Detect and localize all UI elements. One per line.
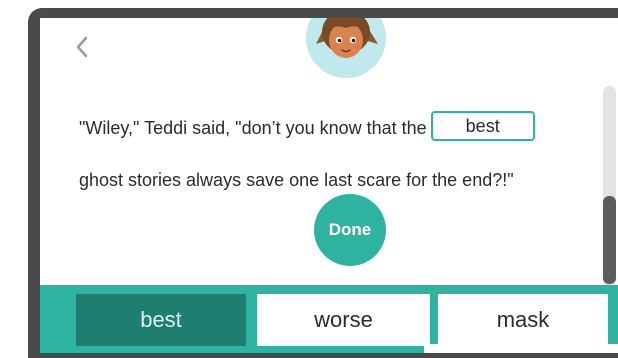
sentence-part-2: ghost stories always save one last scare…: [79, 170, 514, 190]
choice-worse[interactable]: worse: [257, 294, 430, 346]
back-button[interactable]: [70, 32, 94, 62]
bottom-edge: [424, 344, 618, 353]
scrollbar-thumb[interactable]: [603, 196, 616, 284]
done-button[interactable]: Done: [314, 194, 386, 266]
sentence-part-1: "Wiley," Teddi said, "don’t you know tha…: [79, 118, 427, 138]
app-screen: "Wiley," Teddi said, "don’t you know tha…: [40, 18, 618, 353]
chevron-left-icon: [76, 36, 88, 58]
answer-blank[interactable]: best: [430, 111, 535, 142]
teddi-avatar-icon: [306, 18, 386, 78]
story-sentence: "Wiley," Teddi said, "don’t you know tha…: [79, 102, 599, 206]
choice-mask[interactable]: mask: [438, 294, 608, 346]
choice-best[interactable]: best: [76, 294, 246, 346]
word-choice-bar: best worse mask: [40, 285, 618, 353]
